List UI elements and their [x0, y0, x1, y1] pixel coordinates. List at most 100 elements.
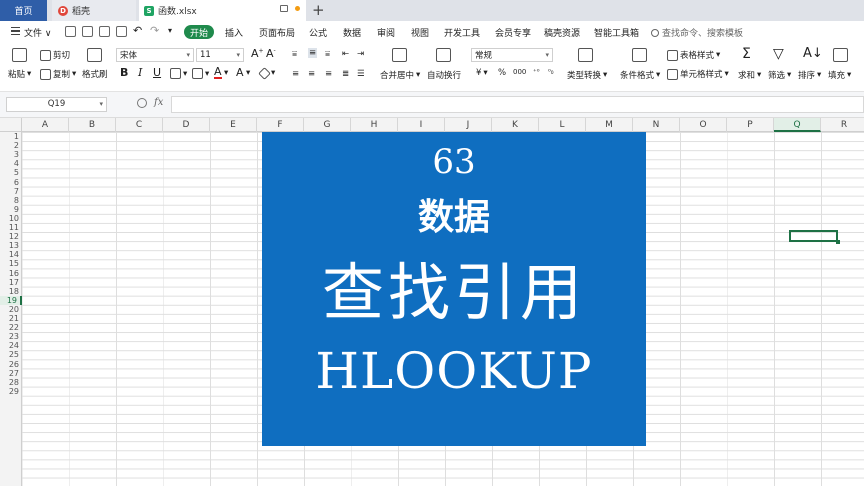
row-header[interactable]: 25 — [0, 350, 22, 359]
menu-tab-data[interactable]: 数据 — [343, 26, 361, 39]
row-header[interactable]: 6 — [0, 178, 22, 187]
cut-button[interactable]: 剪切 — [40, 49, 70, 61]
merge-center-icon[interactable] — [392, 48, 407, 62]
menu-tab-insert[interactable]: 插入 — [225, 26, 243, 39]
preview-icon[interactable] — [116, 26, 127, 37]
fill-button[interactable]: 填充 ▾ — [828, 69, 851, 81]
justify-icon[interactable]: ≣ — [342, 69, 349, 79]
zoom-icon[interactable] — [137, 98, 147, 108]
column-header[interactable]: G — [304, 118, 351, 132]
export-icon[interactable] — [82, 26, 93, 37]
column-header[interactable]: H — [351, 118, 398, 132]
menu-tab-resources[interactable]: 稿壳资源 — [544, 26, 580, 39]
increase-font-icon[interactable]: A+ — [251, 47, 264, 60]
align-left-icon[interactable]: ≡ — [292, 69, 299, 79]
currency-button[interactable]: ¥ ▾ — [476, 68, 488, 78]
paste-button[interactable]: 粘贴 ▾ — [8, 68, 31, 80]
merge-center-button[interactable]: 合并居中 ▾ — [380, 69, 420, 81]
type-convert-icon[interactable] — [578, 48, 593, 62]
row-header[interactable]: 17 — [0, 278, 22, 287]
column-header[interactable]: M — [586, 118, 633, 132]
tab-file[interactable]: S 函数.xlsx — [139, 0, 306, 21]
copy-button[interactable]: 复制 ▾ — [40, 68, 76, 80]
row-header[interactable]: 8 — [0, 196, 22, 205]
row-header[interactable]: 12 — [0, 232, 22, 241]
column-header[interactable]: C — [116, 118, 163, 132]
table-style-button[interactable]: 表格样式 ▾ — [667, 49, 720, 61]
filter-button[interactable]: 筛选 ▾ — [768, 69, 791, 81]
column-header[interactable]: I — [398, 118, 445, 132]
row-header[interactable]: 9 — [0, 205, 22, 214]
border-button[interactable]: ▾ — [170, 68, 187, 79]
column-header[interactable]: J — [445, 118, 492, 132]
underline-button[interactable]: U — [153, 66, 161, 79]
column-header[interactable]: N — [633, 118, 680, 132]
menu-tab-formulas[interactable]: 公式 — [309, 26, 327, 39]
wrap-text-button[interactable]: 自动换行 — [427, 69, 461, 81]
format-painter-button[interactable]: 格式刷 — [82, 68, 108, 80]
column-header[interactable]: F — [257, 118, 304, 132]
font-size-select[interactable]: 11 ▾ — [196, 48, 244, 62]
column-header[interactable]: O — [680, 118, 727, 132]
clear-format-button[interactable]: ▾ — [258, 66, 275, 80]
menu-tab-page-layout[interactable]: 页面布局 — [259, 26, 295, 39]
type-convert-button[interactable]: 类型转换 ▾ — [567, 69, 607, 81]
redo-icon[interactable]: ↷ — [150, 24, 159, 37]
row-header[interactable]: 16 — [0, 269, 22, 278]
row-header[interactable]: 14 — [0, 250, 22, 259]
row-header[interactable]: 10 — [0, 214, 22, 223]
sort-icon[interactable]: A↓ — [803, 46, 823, 61]
percent-button[interactable]: % — [498, 68, 506, 78]
font-settings-icon[interactable]: A — [236, 66, 244, 79]
row-header[interactable]: 29 — [0, 387, 22, 396]
sum-icon[interactable]: Σ — [742, 46, 751, 62]
column-header[interactable]: A — [22, 118, 69, 132]
thousands-separator-button[interactable]: 000 — [513, 68, 526, 76]
paste-icon[interactable] — [12, 48, 27, 62]
menu-tab-developer[interactable]: 开发工具 — [444, 26, 480, 39]
distributed-icon[interactable]: ☰ — [357, 69, 365, 79]
row-header[interactable]: 26 — [0, 360, 22, 369]
row-header[interactable]: 4 — [0, 159, 22, 168]
font-name-select[interactable]: 宋体 ▾ — [116, 48, 194, 62]
row-header[interactable]: 22 — [0, 323, 22, 332]
menu-tab-review[interactable]: 审阅 — [377, 26, 395, 39]
print-icon[interactable] — [99, 26, 110, 37]
selected-cell[interactable] — [789, 230, 840, 244]
hamburger-menu-icon[interactable] — [11, 27, 20, 35]
column-header[interactable]: L — [539, 118, 586, 132]
row-header[interactable]: 11 — [0, 223, 22, 232]
save-icon[interactable] — [65, 26, 76, 37]
outdent-icon[interactable]: ⇥ — [357, 49, 364, 59]
undo-icon[interactable]: ↶ — [133, 24, 142, 37]
row-header[interactable]: 28 — [0, 378, 22, 387]
column-header[interactable]: K — [492, 118, 539, 132]
font-color-button[interactable]: A — [214, 66, 222, 79]
row-header[interactable]: 19 — [0, 295, 22, 305]
row-header[interactable]: 5 — [0, 168, 22, 177]
row-header[interactable]: 13 — [0, 241, 22, 250]
format-painter-icon[interactable] — [87, 48, 102, 62]
quick-access-more-icon[interactable]: ▾ — [168, 26, 172, 35]
row-header[interactable]: 15 — [0, 259, 22, 268]
align-right-icon[interactable]: ≡ — [325, 69, 332, 79]
tab-home[interactable]: 首页 — [0, 0, 47, 21]
monitor-icon[interactable] — [280, 5, 288, 12]
font-color-dropdown-icon[interactable]: ▾ — [224, 68, 228, 78]
fill-down-icon[interactable] — [833, 48, 848, 62]
row-header[interactable]: 20 — [0, 305, 22, 314]
bold-button[interactable]: B — [120, 66, 128, 79]
row-header[interactable]: 18 — [0, 287, 22, 296]
cell-style-button[interactable]: 单元格样式 ▾ — [667, 68, 729, 80]
decrease-font-icon[interactable]: A- — [266, 47, 276, 60]
column-header[interactable]: D — [163, 118, 210, 132]
select-all-corner[interactable] — [0, 118, 22, 132]
formula-input[interactable] — [171, 96, 864, 113]
tab-daoke[interactable]: D 稻壳 — [52, 0, 136, 21]
sort-button[interactable]: 排序 ▾ — [798, 69, 821, 81]
font-settings-dropdown-icon[interactable]: ▾ — [246, 68, 250, 78]
wrap-text-icon[interactable] — [436, 48, 451, 62]
row-header[interactable]: 23 — [0, 332, 22, 341]
row-header[interactable]: 3 — [0, 150, 22, 159]
conditional-format-button[interactable]: 条件格式 ▾ — [620, 69, 660, 81]
